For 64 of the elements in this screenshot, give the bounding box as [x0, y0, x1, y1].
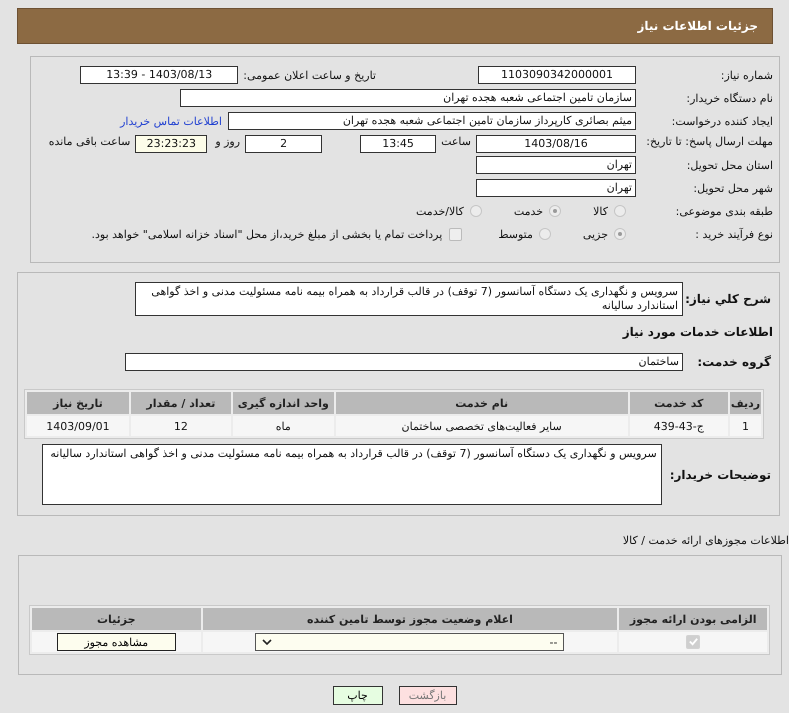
table-cell: سایر فعالیت‌های تخصصی ساختمان	[336, 416, 628, 436]
field-label: ساعت	[440, 135, 472, 148]
field-label: استان محل تحویل:	[686, 158, 774, 172]
column-header: تاریخ نیاز	[27, 392, 129, 414]
text-field[interactable]: تهران	[476, 156, 636, 174]
field-label: تاریخ و ساعت اعلان عمومی:	[242, 68, 377, 82]
text-area[interactable]: سرویس و نگهداری یک دستگاه آسانسور (7 توقف) در قالب قرارداد به همراه بیمه نامه مسئولیت مدنی و اخذ گواهی استاندارد سالیانه	[135, 282, 683, 316]
view-button[interactable]: مشاهده مجوز	[56, 633, 176, 651]
text-field[interactable]: ساختمان	[125, 353, 683, 371]
column-header: الزامی بودن ارائه مجوز	[619, 608, 767, 630]
radio-button[interactable]	[470, 205, 482, 217]
dropdown[interactable]: --	[255, 633, 564, 651]
field-label: روز و	[214, 135, 242, 148]
print-button[interactable]: چاپ	[332, 686, 382, 705]
field-label: شماره نیاز:	[720, 68, 774, 82]
option-label: کالا/خدمت	[416, 204, 464, 218]
page-title-bar: جزئیات اطلاعات نیاز	[17, 8, 773, 44]
field-label: مهلت ارسال پاسخ: تا تاریخ:	[645, 135, 774, 148]
back-button[interactable]: بازگشت	[398, 686, 456, 705]
field-label: طبقه بندی موضوعی:	[674, 204, 774, 218]
column-header: اعلام وضعیت مجوز توسط تامین کننده	[202, 608, 618, 630]
chevron-icon	[262, 639, 272, 645]
text-field[interactable]: سازمان تامین اجتماعی شعبه هجده تهران	[180, 89, 636, 107]
text-field[interactable]: 2	[245, 135, 322, 153]
field-label: ساعت باقی مانده	[48, 135, 132, 148]
payment-note: پرداخت تمام یا بخشی از مبلغ خرید،از محل "اسناد خزانه اسلامی" خواهد بود.	[92, 228, 442, 240]
radio-button[interactable]	[538, 228, 551, 240]
option-label: کالا	[593, 204, 608, 218]
column-header: واحد اندازه گیری	[232, 392, 334, 414]
table-cell: 12	[130, 416, 231, 436]
option-label: متوسط	[498, 228, 533, 240]
radio-button[interactable]	[549, 205, 562, 217]
field-label: شهر محل تحویل:	[692, 182, 774, 194]
table-cell: ج-43-439	[630, 416, 728, 436]
text-field[interactable]: تهران	[476, 179, 636, 197]
field-label: ایجاد کننده درخواست:	[670, 114, 774, 128]
text-field[interactable]: 1403/08/13 - 13:39	[80, 66, 238, 84]
checkbox[interactable]	[449, 228, 462, 240]
field-label: گروه خدمت:	[696, 355, 772, 369]
text-field[interactable]: 13:45	[360, 135, 436, 153]
field-label: توضیحات خریدار:	[668, 468, 772, 482]
column-header: ردیف	[730, 392, 761, 414]
table-cell: 1	[730, 416, 761, 436]
section-title: اطلاعات مجوزهای ارائه خدمت / کالا	[622, 534, 789, 548]
column-header: تعداد / مقدار	[130, 392, 231, 414]
field-label: نوع فرآیند خرید :	[694, 228, 774, 240]
option-label: جزیی	[582, 228, 608, 240]
table-cell: ماه	[232, 416, 334, 436]
field-label: شرح کلي نیاز:	[684, 292, 772, 306]
column-header: کد خدمت	[630, 392, 728, 414]
text-field[interactable]: 1403/08/16	[476, 135, 636, 153]
table-cell: 1403/09/01	[27, 416, 129, 436]
radio-button[interactable]	[614, 205, 626, 217]
section-title: اطلاعات خدمات مورد نیاز	[622, 325, 774, 339]
radio-button[interactable]	[614, 228, 626, 240]
column-header: جزئیات	[32, 608, 201, 630]
column-header: نام خدمت	[336, 392, 628, 414]
field-label: نام دستگاه خریدار:	[685, 92, 774, 104]
text-field[interactable]: میثم بصائری کارپرداز سازمان تامین اجتماعی شعبه هجده تهران	[228, 112, 636, 130]
text-area[interactable]: سرویس و نگهداری یک دستگاه آسانسور (7 توقف) در قالب قرارداد به همراه بیمه نامه مسئولیت مدنی و اخذ گواهی استاندارد سالیانه	[42, 444, 662, 505]
countdown-field: 23:23:23	[135, 135, 208, 153]
text-field[interactable]: 1103090342000001	[478, 66, 636, 84]
contact-link[interactable]: اطلاعات تماس خریدار	[120, 114, 222, 128]
option-label: خدمت	[514, 204, 544, 218]
